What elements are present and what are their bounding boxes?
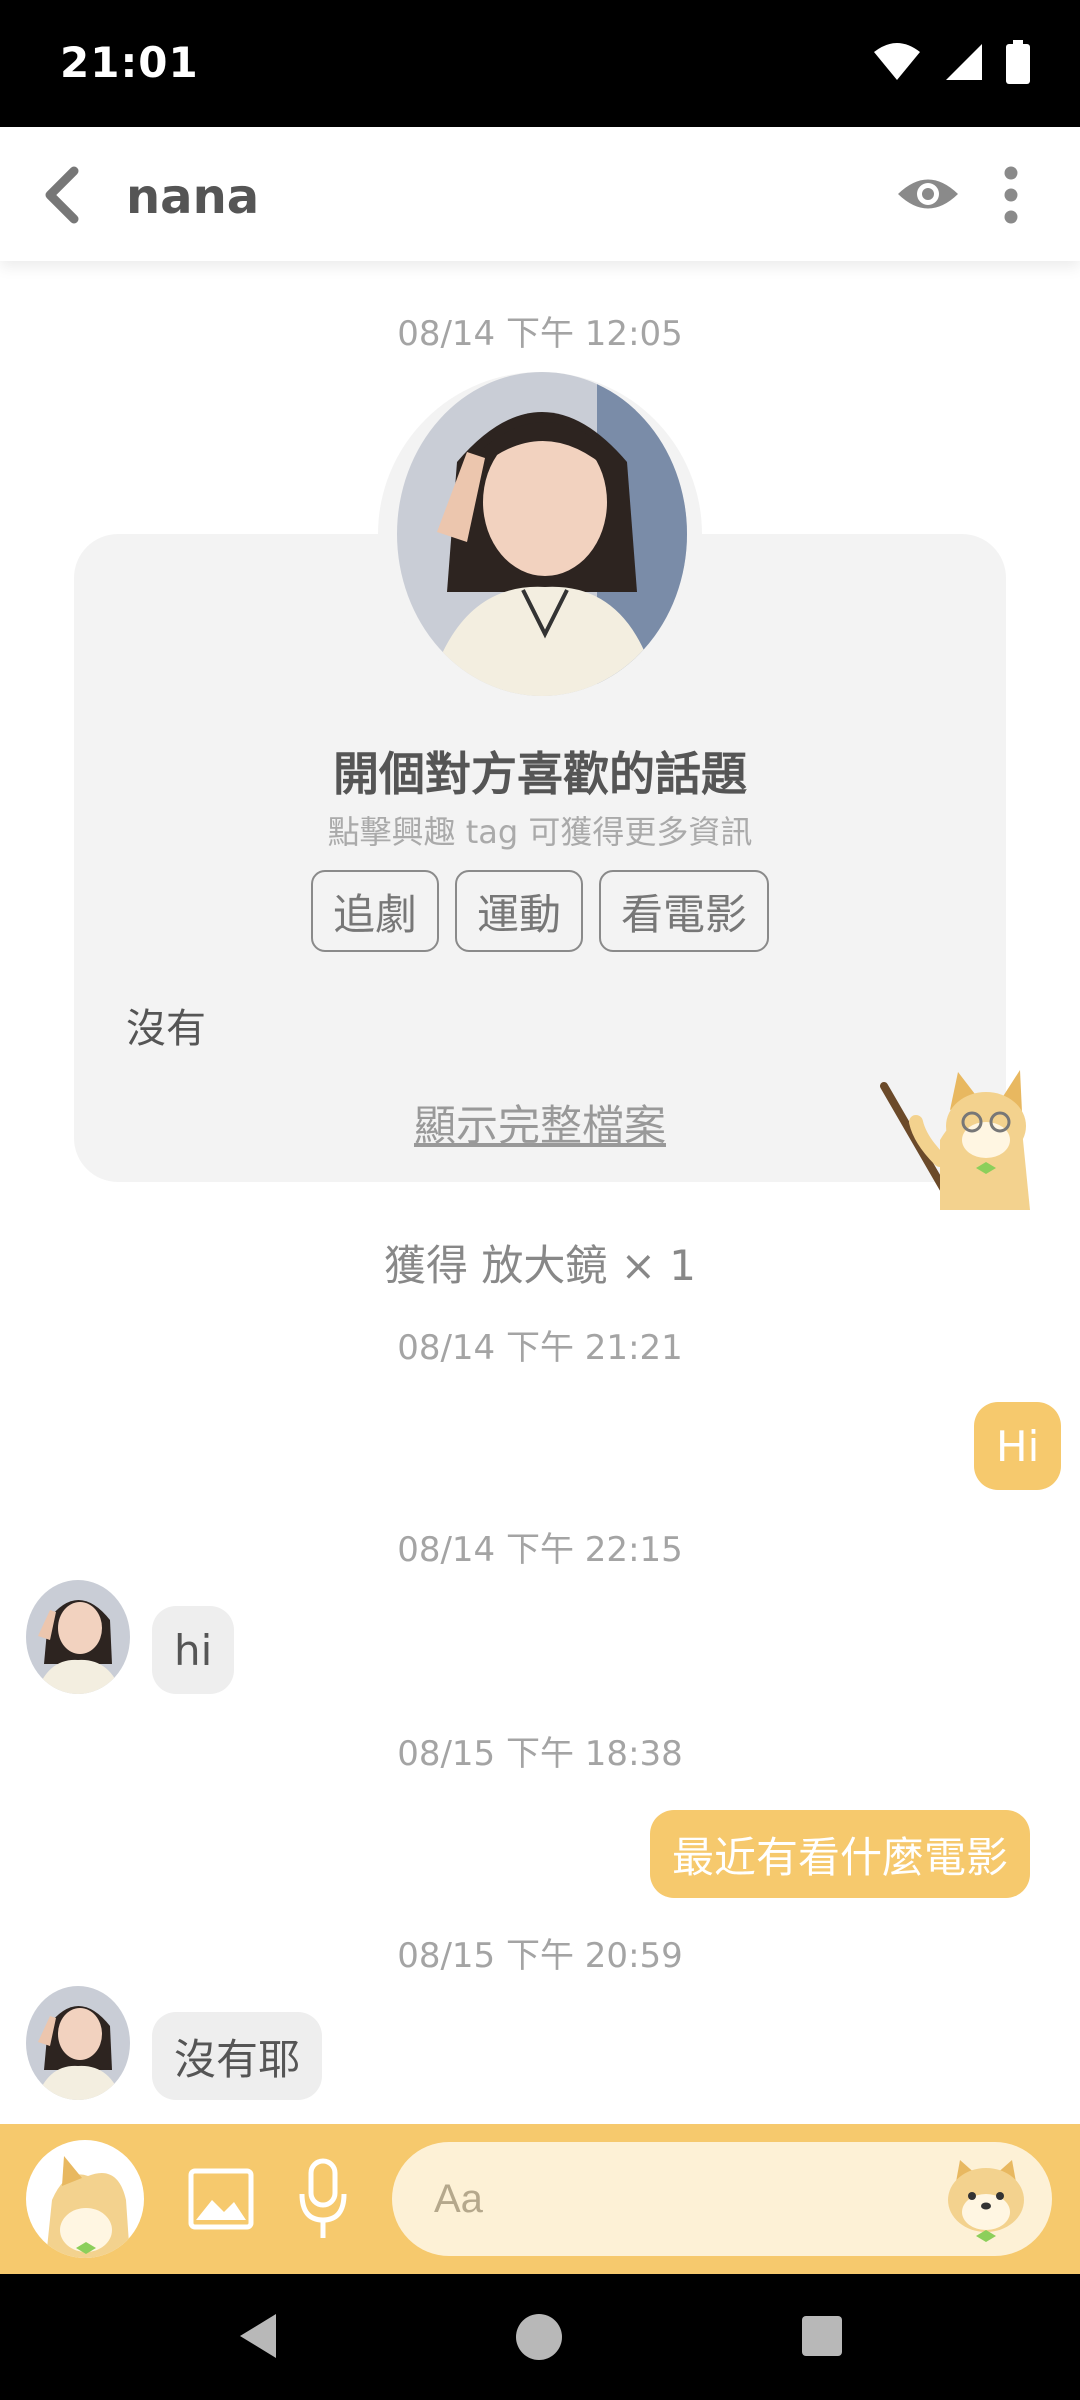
partner-avatar[interactable] <box>26 1986 130 2100</box>
nav-back-icon[interactable] <box>238 2312 278 2360</box>
system-navigation-bar <box>0 2274 1080 2400</box>
timestamp: 08/15 下午 18:38 <box>397 1734 683 1774</box>
message-bubble-in[interactable]: hi <box>152 1606 235 1694</box>
shiba-teacher-mascot-icon <box>880 1070 1030 1210</box>
wifi-icon <box>874 43 920 80</box>
back-arrow-icon[interactable] <box>38 165 94 225</box>
card-title: 開個對方喜歡的話題 <box>333 747 747 801</box>
tag-sports[interactable]: 運動 <box>454 870 583 952</box>
interest-tags: 追劇 運動 看電影 <box>0 870 1080 952</box>
status-time: 21:01 <box>60 38 199 87</box>
reward-text: 獲得 放大鏡 × 1 <box>384 1241 696 1290</box>
sticker-icon[interactable] <box>942 2156 1030 2242</box>
timestamp: 08/15 下午 20:59 <box>397 1936 683 1976</box>
signal-icon <box>946 44 982 80</box>
message-bubble-out[interactable]: 最近有看什麼電影 <box>650 1810 1031 1898</box>
eye-icon[interactable] <box>896 171 960 217</box>
status-icons <box>872 40 1030 84</box>
tag-movies[interactable]: 看電影 <box>599 870 770 952</box>
status-bar: 21:01 <box>0 0 1080 127</box>
timestamp: 08/14 下午 22:15 <box>397 1530 683 1570</box>
mascot-menu-button[interactable] <box>26 2140 144 2258</box>
message-bubble-out[interactable]: Hi <box>974 1402 1062 1490</box>
nav-home-icon[interactable] <box>516 2314 562 2360</box>
shiba-mascot-icon <box>46 2156 130 2258</box>
timestamp: 08/14 下午 12:05 <box>397 314 683 354</box>
timestamp: 08/14 下午 21:21 <box>397 1328 683 1368</box>
more-options-icon[interactable] <box>996 165 1026 225</box>
partner-avatar[interactable] <box>26 1580 130 1694</box>
tag-drama[interactable]: 追劇 <box>310 870 439 952</box>
image-icon[interactable] <box>188 2168 254 2230</box>
card-answer: 沒有 <box>126 1006 206 1052</box>
nav-recents-icon[interactable] <box>802 2316 842 2356</box>
card-avatar[interactable] <box>397 372 687 696</box>
chat-partner-name[interactable]: nana <box>126 169 259 225</box>
microphone-icon[interactable] <box>298 2158 348 2240</box>
card-subtitle: 點擊興趣 tag 可獲得更多資訊 <box>327 813 753 851</box>
message-bubble-in[interactable]: 沒有耶 <box>152 2012 323 2100</box>
input-bar <box>0 2124 1080 2274</box>
battery-icon <box>1006 40 1030 84</box>
app-bar: nana <box>0 127 1080 261</box>
chat-screen: 21:01 nana 08/14 下午 12:05 開個對方喜歡的話題 點擊興趣… <box>0 0 1080 2400</box>
